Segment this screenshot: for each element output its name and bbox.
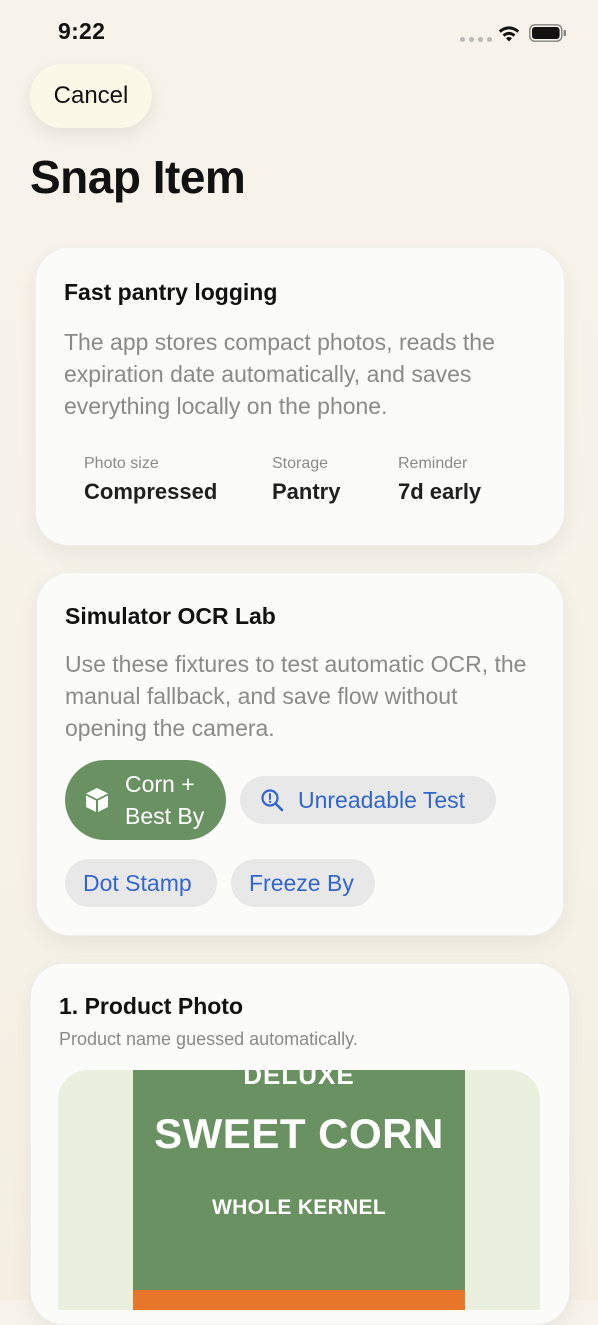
- stat-label: Reminder: [398, 455, 468, 472]
- label-main-text: SWEET CORN: [154, 1110, 444, 1157]
- stat-value: Pantry: [272, 479, 341, 504]
- product-label-image: DELUXE SWEET CORN WHOLE KERNEL: [133, 1070, 465, 1310]
- wifi-icon: [498, 26, 520, 42]
- section-subtitle: Product name guessed automatically.: [59, 1029, 358, 1049]
- battery-icon: [529, 24, 566, 42]
- signal-dots-icon: [460, 37, 492, 42]
- stat-storage: Storage Pantry: [272, 455, 340, 505]
- stat-value: Compressed: [84, 479, 218, 504]
- fixture-chip-corn-best-by[interactable]: Corn + Best By: [65, 760, 226, 840]
- status-time: 9:22: [58, 18, 106, 44]
- stat-photo-size: Photo size Compressed: [84, 455, 217, 505]
- fixture-chip-unreadable-test[interactable]: Unreadable Test: [240, 776, 496, 824]
- page-title: Snap Item: [30, 151, 246, 203]
- card-description: The app stores compact photos, reads the…: [64, 329, 495, 419]
- stat-reminder: Reminder 7d early: [398, 455, 481, 505]
- cancel-button[interactable]: Cancel: [30, 64, 152, 128]
- pantry-info-card: Fast pantry logging The app stores compa…: [35, 247, 565, 546]
- stat-label: Storage: [272, 455, 329, 472]
- status-bar: 9:22: [0, 0, 598, 62]
- card-title: Fast pantry logging: [64, 279, 278, 305]
- product-photo-preview[interactable]: DELUXE SWEET CORN WHOLE KERNEL: [58, 1070, 540, 1310]
- chip-label: Dot Stamp: [83, 869, 192, 896]
- chip-label: Freeze By: [249, 869, 354, 896]
- magnifier-icon: [261, 789, 284, 812]
- box-icon: [86, 788, 108, 812]
- fixture-chip-freeze-by[interactable]: Freeze By: [231, 859, 375, 907]
- fixture-chip-dot-stamp[interactable]: Dot Stamp: [65, 859, 217, 907]
- chip-label: Corn + Best By: [125, 771, 205, 829]
- label-top-text: DELUXE: [243, 1070, 355, 1090]
- stat-value: 7d early: [398, 479, 482, 504]
- ocr-lab-card: Simulator OCR Lab Use these fixtures to …: [36, 572, 564, 936]
- section-title: 1. Product Photo: [59, 993, 243, 1019]
- card-description: Use these fixtures to test automatic OCR…: [65, 651, 527, 741]
- card-title: Simulator OCR Lab: [65, 603, 276, 629]
- label-stripe: [133, 1290, 465, 1310]
- chip-label: Unreadable Test: [298, 786, 466, 813]
- label-sub-text: WHOLE KERNEL: [212, 1196, 386, 1219]
- stat-label: Photo size: [84, 455, 159, 472]
